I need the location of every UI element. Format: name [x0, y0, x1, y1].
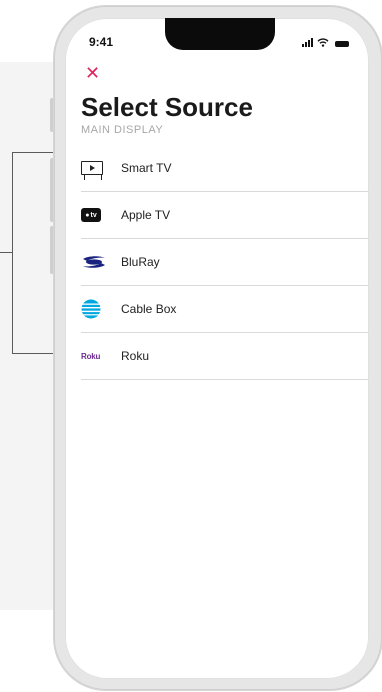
roku-icon: Roku: [81, 351, 101, 361]
source-item-apple-tv[interactable]: ● tv Apple TV: [81, 192, 369, 239]
source-item-bluray[interactable]: BluRay: [81, 239, 369, 286]
phone-screen: 9:41 ✕ Select Source MAIN DISPLAY Smart …: [65, 18, 369, 679]
source-item-smart-tv[interactable]: Smart TV: [81, 145, 369, 192]
source-list: Smart TV ● tv Apple TV BluRay Cable Box …: [81, 145, 369, 380]
source-label: Apple TV: [121, 208, 171, 222]
page-subtitle: MAIN DISPLAY: [81, 124, 164, 136]
wifi-icon: [317, 38, 329, 47]
source-label: Smart TV: [121, 161, 172, 175]
status-icons: [302, 38, 349, 47]
phone-notch: [165, 18, 275, 50]
signal-icon: [302, 38, 313, 47]
source-item-roku[interactable]: Roku Roku: [81, 333, 369, 380]
apple-tv-icon: ● tv: [81, 208, 101, 222]
bracket-line: [12, 152, 13, 353]
bracket-stub-line: [0, 252, 12, 253]
source-item-cable-box[interactable]: Cable Box: [81, 286, 369, 333]
source-label: Cable Box: [121, 302, 177, 316]
close-icon[interactable]: ✕: [85, 65, 100, 83]
source-label: BluRay: [121, 255, 160, 269]
source-label: Roku: [121, 349, 150, 363]
status-time: 9:41: [89, 35, 114, 49]
battery-icon: [335, 41, 349, 47]
smart-tv-icon: [81, 161, 103, 180]
page-title: Select Source: [81, 92, 253, 122]
att-globe-icon: [81, 299, 101, 319]
bluray-icon: [83, 256, 105, 268]
